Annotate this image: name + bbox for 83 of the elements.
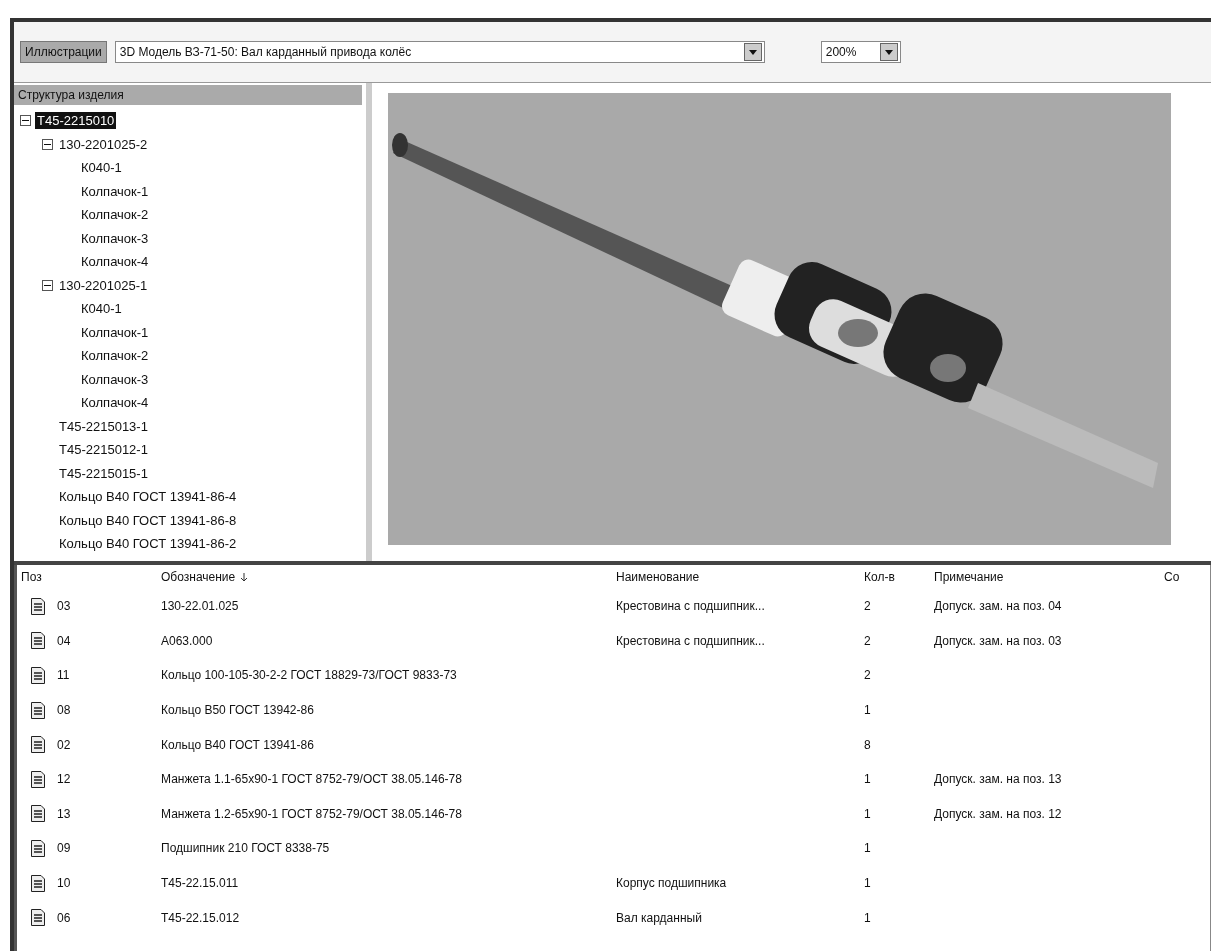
column-header[interactable]: Со	[1160, 570, 1210, 584]
tree-item[interactable]: Колпачок-1	[79, 182, 151, 200]
table-cell-text: 1	[863, 910, 872, 925]
table-cell-text: 2	[863, 668, 872, 683]
table-cell-text: 10	[56, 876, 71, 891]
tree-item[interactable]: 130-2201025-1	[57, 276, 150, 294]
tree-item[interactable]: Кольцо В40 ГОСТ 13941-86-4	[57, 488, 239, 506]
table-cell-text: Крестовина с подшипник...	[615, 599, 766, 614]
zoom-select[interactable]: 200%	[820, 41, 901, 63]
tree-item[interactable]: Колпачок-2	[79, 206, 151, 224]
table-cell-text: Корпус подшипника	[615, 876, 728, 891]
expander-icon[interactable]	[20, 115, 31, 127]
table-cell-text: 1	[863, 806, 872, 821]
table-cell-text: Кольцо В40 ГОСТ 13941-86	[160, 737, 315, 752]
table-cell-text: 130-22.01.025	[160, 599, 240, 614]
model-select[interactable]: 3D Модель ВЗ-71-50: Вал карданный привода колёс	[114, 41, 765, 63]
table-cell-text: 09	[56, 841, 71, 856]
table-cell-text: Допуск. зам. на поз. 04	[933, 599, 1063, 614]
document-icon	[31, 667, 45, 684]
table-cell-text: 8	[863, 737, 872, 752]
table-cell-text: Кольцо 100-105-30-2-2 ГОСТ 18829-73/ГОСТ 9833-73	[160, 668, 458, 683]
table-cell-text: Т45-22.15.011	[160, 876, 240, 891]
table-cell-text: 13	[56, 806, 71, 821]
tree-item[interactable]: Т45-2215013-1	[57, 417, 150, 435]
table-cell-text: Допуск. зам. на поз. 13	[933, 772, 1063, 787]
down-arrow-icon	[884, 49, 893, 55]
table-cell-text: 11	[56, 668, 70, 683]
column-header[interactable]: Примечание	[930, 570, 1160, 584]
table-cell-text: Т45-22.15.012	[160, 910, 241, 925]
tree-item[interactable]: Т45-2215012-1	[57, 441, 150, 459]
document-icon	[31, 770, 45, 788]
table-cell-text: Подшипник 210 ГОСТ 8338-75	[160, 841, 331, 856]
document-icon	[31, 839, 45, 857]
table-cell-text: Крестовина с подшипник...	[615, 633, 766, 648]
column-header[interactable]: Кол-в	[860, 570, 930, 584]
tree-item[interactable]: К040-1	[79, 159, 124, 177]
table-cell-text: Кольцо В50 ГОСТ 13942-86	[160, 703, 315, 718]
table-cell-text: 1	[863, 703, 872, 718]
expander-icon[interactable]	[42, 279, 53, 291]
table-cell-text: 1	[863, 876, 872, 891]
tree-item[interactable]: Колпачок-4	[79, 253, 151, 271]
table-cell-text: Манжета 1.2-65х90-1 ГОСТ 8752-79/ОСТ 38.05.146-78	[160, 806, 463, 821]
tree-item[interactable]: Колпачок-3	[79, 229, 151, 247]
table-cell-text: 02	[56, 737, 71, 752]
document-icon	[31, 909, 45, 927]
down-arrow-icon	[748, 49, 757, 55]
tree-item[interactable]: Кольцо В40 ГОСТ 13941-86-2	[57, 535, 239, 553]
column-header[interactable]: Поз	[17, 570, 157, 584]
tree-item[interactable]: Т45-2215010	[35, 112, 117, 130]
table-cell-text: Допуск. зам. на поз. 03	[933, 633, 1063, 648]
document-icon	[31, 597, 45, 615]
table-cell-text: 12	[56, 772, 71, 787]
illustrations-label: Иллюстрации	[20, 41, 107, 63]
table-cell-text: 1	[863, 772, 872, 787]
table-cell-text: 04	[56, 633, 71, 648]
table-cell-text: Вал карданный	[615, 910, 703, 925]
document-icon	[31, 736, 45, 754]
tree-item[interactable]: 130-2201025-2	[57, 135, 150, 153]
expander-icon[interactable]	[42, 138, 53, 150]
tree-item[interactable]: Т45-2215015-1	[57, 464, 150, 482]
table-cell-text: 06	[56, 910, 71, 925]
table-cell-text: А063.000	[160, 633, 214, 648]
table-cell-text: 1	[863, 841, 872, 856]
document-icon	[31, 874, 45, 892]
tree-item[interactable]: Кольцо В40 ГОСТ 13941-86-8	[57, 511, 239, 529]
column-header[interactable]: Наименование	[612, 570, 860, 584]
document-icon	[31, 805, 45, 823]
table-cell-text: Манжета 1.1-65х90-1 ГОСТ 8752-79/ОСТ 38.05.146-78	[160, 772, 463, 787]
tree-item[interactable]: К040-1	[79, 300, 124, 318]
table-cell-text: 08	[56, 703, 71, 718]
table-cell-text: Допуск. зам. на поз. 12	[933, 806, 1063, 821]
column-header[interactable]: Обозначение	[161, 570, 236, 584]
table-cell-text: 03	[56, 599, 71, 614]
table-cell-text: 2	[863, 599, 872, 614]
tree-item[interactable]: Колпачок-3	[79, 370, 151, 388]
table-cell-text: 2	[863, 633, 872, 648]
document-icon	[31, 701, 45, 719]
document-icon	[31, 632, 45, 650]
tree-item[interactable]: Колпачок-2	[79, 347, 151, 365]
panel-title: Структура изделия	[14, 85, 362, 105]
tree-item[interactable]: Колпачок-4	[79, 394, 151, 412]
sort-arrow-icon	[241, 573, 248, 581]
tree-item[interactable]: Колпачок-1	[79, 323, 151, 341]
